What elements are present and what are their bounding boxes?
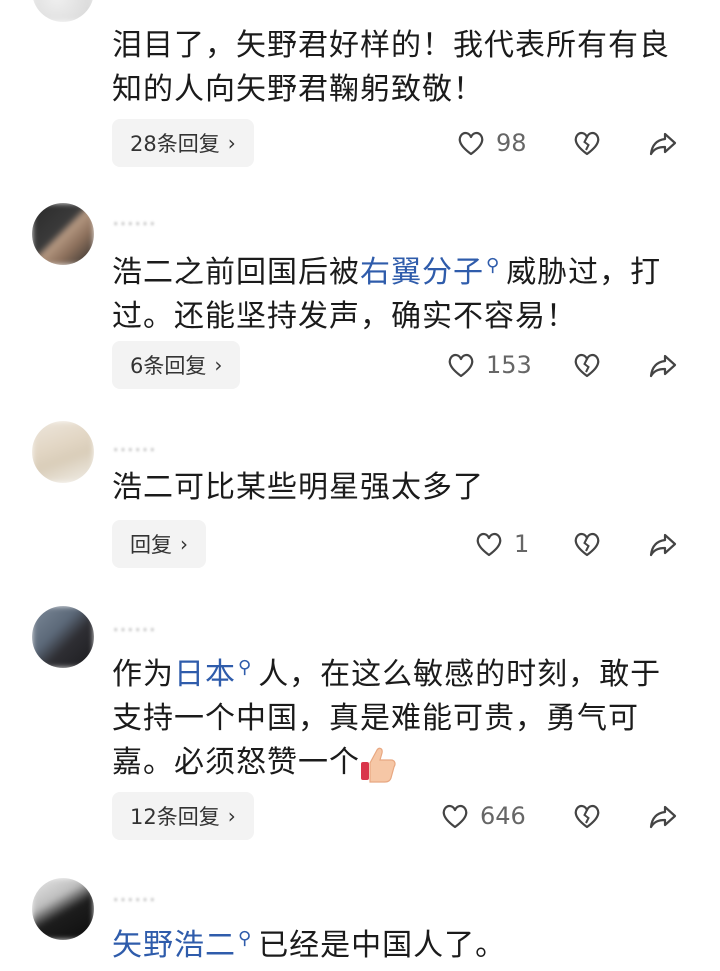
comment-text: 作为日本 ⚲ 人，在这么敏感的时刻，敢于支持一个中国，真是难能可贵，勇气可嘉。必须怒…	[112, 646, 672, 785]
broken-heart-icon	[574, 532, 600, 557]
share-icon	[649, 805, 677, 829]
like-count: 646	[480, 802, 526, 830]
share-icon	[649, 132, 677, 156]
comment-meta: ……	[112, 432, 156, 457]
comment-text-post: 已经是中国人了。	[258, 928, 507, 963]
like-button[interactable]: 98	[456, 119, 527, 167]
like-button[interactable]: 646	[440, 792, 526, 840]
comment-meta: ……	[112, 612, 156, 637]
like-button[interactable]: 153	[446, 341, 532, 389]
comment-actions: 153	[0, 341, 720, 389]
like-button[interactable]: 1	[474, 520, 529, 568]
search-icon: ⚲	[486, 255, 501, 276]
broken-heart-icon	[574, 131, 600, 156]
search-link[interactable]: 日本	[174, 657, 236, 692]
broken-heart-icon	[574, 353, 600, 378]
avatar[interactable]	[32, 421, 94, 483]
heart-icon	[448, 353, 474, 378]
like-count: 1	[514, 530, 530, 558]
comment-meta: ……	[112, 882, 156, 907]
like-count: 98	[496, 129, 527, 157]
heart-icon	[458, 131, 484, 156]
comment-meta: ……	[112, 206, 156, 231]
dislike-button[interactable]	[572, 119, 602, 167]
comment-text-pre: 作为	[112, 657, 174, 692]
share-button[interactable]	[648, 341, 678, 389]
share-button[interactable]	[648, 792, 678, 840]
dislike-button[interactable]	[572, 792, 602, 840]
comment-text: 泪目了，矢野君好样的！我代表所有有良知的人向矢野君鞠躬致敬！	[112, 28, 670, 107]
like-count: 153	[486, 351, 532, 379]
share-button[interactable]	[648, 520, 678, 568]
broken-heart-icon	[574, 804, 600, 829]
comment-actions: 98	[0, 119, 720, 167]
share-button[interactable]	[648, 119, 678, 167]
comment-actions: 1	[0, 520, 720, 568]
comment-text: 浩二可比某些明星强太多了	[112, 470, 484, 505]
dislike-button[interactable]	[572, 341, 602, 389]
search-link[interactable]: 右翼分子	[360, 255, 484, 290]
avatar[interactable]	[32, 0, 94, 22]
share-icon	[649, 354, 677, 378]
heart-icon	[442, 804, 468, 829]
dislike-button[interactable]	[572, 520, 602, 568]
avatar[interactable]	[32, 203, 94, 265]
avatar[interactable]	[32, 606, 94, 668]
heart-icon	[476, 532, 502, 557]
search-icon: ⚲	[238, 657, 253, 678]
comment-text: 矢野浩二 ⚲ 已经是中国人了。	[112, 917, 672, 968]
share-icon	[649, 533, 677, 557]
comment-text-pre: 浩二之前回国后被	[112, 255, 360, 290]
thumbs-up-emoji	[360, 744, 396, 784]
avatar[interactable]	[32, 878, 94, 940]
comment-text: 浩二之前回国后被右翼分子 ⚲ 威胁过，打过。还能坚持发声，确实不容易！	[112, 244, 672, 339]
search-icon: ⚲	[238, 928, 253, 949]
search-link[interactable]: 矢野浩二	[112, 928, 236, 963]
comment-actions: 646	[0, 792, 720, 840]
